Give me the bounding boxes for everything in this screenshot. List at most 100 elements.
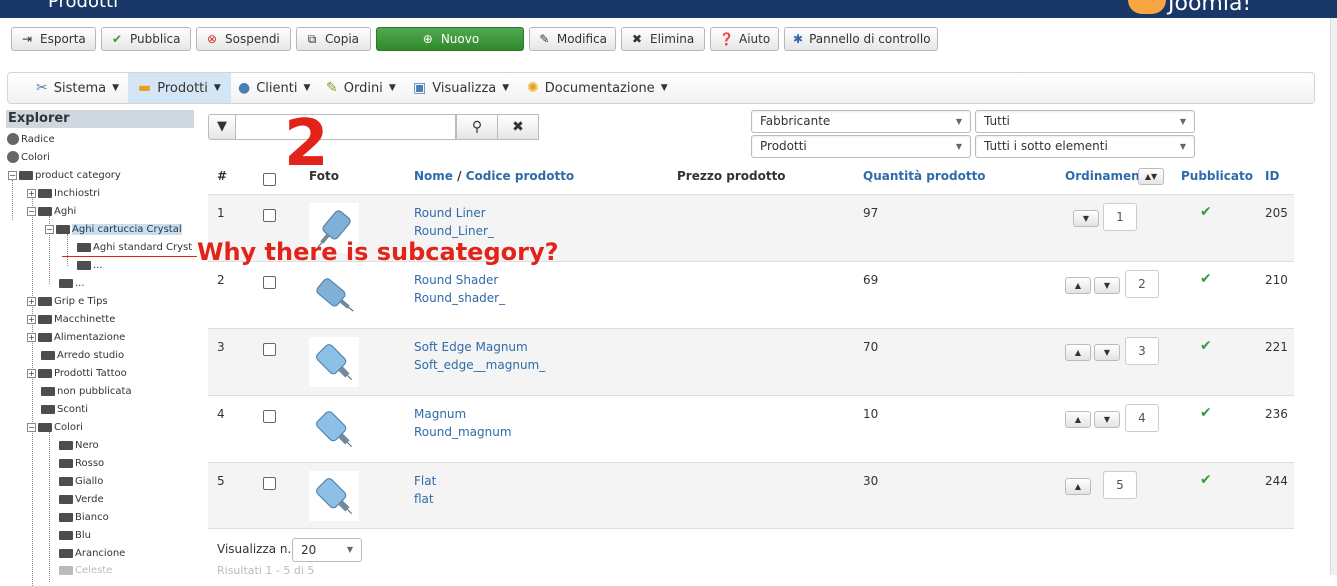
tree-item-arancione[interactable]: Arancione — [59, 546, 125, 560]
tree-item-more[interactable]: ... — [77, 258, 103, 272]
menu-sistema[interactable]: ✂ Sistema ▼ — [36, 73, 119, 103]
clear-search-button[interactable]: ✖ — [497, 114, 539, 140]
row-checkbox[interactable] — [263, 410, 276, 423]
tree-item-prodotti-tattoo[interactable]: + Prodotti Tattoo — [27, 366, 127, 380]
published-check-icon[interactable]: ✔ — [1200, 271, 1212, 287]
search-input[interactable] — [236, 114, 456, 140]
suspend-button[interactable]: ⊗ Sospendi — [196, 27, 291, 51]
tree-item-verde[interactable]: Verde — [59, 492, 104, 506]
help-button[interactable]: ❓ Aiuto — [710, 27, 779, 51]
menu-visualizza[interactable]: ▣ Visualizza ▼ — [413, 73, 509, 103]
tree-item-blu[interactable]: Blu — [59, 528, 91, 542]
product-thumbnail[interactable] — [309, 471, 359, 521]
collapse-icon[interactable]: − — [45, 224, 54, 234]
row-checkbox[interactable] — [263, 276, 276, 289]
tree-item-giallo[interactable]: Giallo — [59, 474, 103, 488]
move-up-button[interactable]: ▲ — [1065, 277, 1091, 294]
order-input[interactable]: 1 — [1103, 203, 1137, 231]
expand-icon[interactable]: + — [27, 188, 36, 198]
product-code-link[interactable]: Soft_edge__magnum_ — [414, 358, 545, 372]
filter-toggle-button[interactable]: ▼ — [208, 114, 236, 140]
col-quantity-header[interactable]: Quantità prodotto — [863, 169, 986, 183]
product-name-link[interactable]: Soft Edge Magnum — [414, 340, 528, 354]
expand-icon[interactable]: + — [27, 368, 36, 378]
collapse-icon[interactable]: − — [27, 206, 36, 216]
tree-item-aghi-standard-crystal[interactable]: Aghi standard Cryst — [77, 240, 192, 254]
row-checkbox[interactable] — [263, 343, 276, 356]
row-checkbox[interactable] — [263, 209, 276, 222]
vertical-scrollbar[interactable] — [1330, 18, 1337, 575]
status-filter-select[interactable]: Tutti ▼ — [975, 110, 1195, 133]
tree-item-bianco[interactable]: Bianco — [59, 510, 109, 524]
published-check-icon[interactable]: ✔ — [1200, 472, 1212, 488]
col-id-header[interactable]: ID — [1265, 169, 1279, 183]
tree-item-colori[interactable]: Colori — [7, 150, 50, 164]
tree-item-grip-tips[interactable]: + Grip e Tips — [27, 294, 108, 308]
product-thumbnail[interactable] — [309, 270, 359, 320]
col-published-header[interactable]: Pubblicato — [1181, 169, 1253, 183]
tree-item-inchiostri[interactable]: + Inchiostri — [27, 186, 100, 200]
product-thumbnail[interactable] — [309, 404, 359, 454]
product-thumbnail[interactable] — [309, 337, 359, 387]
order-input[interactable]: 3 — [1125, 337, 1159, 365]
tree-item-colori-folder[interactable]: − Colori — [27, 420, 83, 434]
move-down-button[interactable]: ▼ — [1073, 210, 1099, 227]
move-down-button[interactable]: ▼ — [1094, 411, 1120, 428]
product-type-filter-select[interactable]: Prodotti ▼ — [751, 135, 971, 158]
expand-icon[interactable]: + — [27, 332, 36, 342]
move-down-button[interactable]: ▼ — [1094, 277, 1120, 294]
tree-item-macchinette[interactable]: + Macchinette — [27, 312, 115, 326]
move-up-button[interactable]: ▲ — [1065, 344, 1091, 361]
publish-button[interactable]: ✔ Pubblica — [101, 27, 191, 51]
manufacturer-filter-select[interactable]: Fabbricante ▼ — [751, 110, 971, 133]
delete-button[interactable]: ✖ Elimina — [621, 27, 705, 51]
product-name-link[interactable]: Round Shader — [414, 273, 498, 287]
tree-item-sconti[interactable]: Sconti — [41, 402, 88, 416]
product-code-link[interactable]: Round_magnum — [414, 425, 512, 439]
row-checkbox[interactable] — [263, 477, 276, 490]
product-code-link[interactable]: flat — [414, 492, 434, 506]
search-button[interactable]: ⚲ — [456, 114, 498, 140]
tree-item-nero[interactable]: Nero — [59, 438, 99, 452]
tree-item-product-category[interactable]: − product category — [8, 168, 121, 182]
product-name-link[interactable]: Round Liner — [414, 206, 486, 220]
subitems-filter-select[interactable]: Tutti i sotto elementi ▼ — [975, 135, 1195, 158]
move-up-button[interactable]: ▲ — [1065, 411, 1091, 428]
collapse-icon[interactable]: − — [27, 422, 36, 432]
published-check-icon[interactable]: ✔ — [1200, 338, 1212, 354]
product-name-link[interactable]: Magnum — [414, 407, 466, 421]
new-button[interactable]: ⊕ Nuovo — [376, 27, 524, 51]
collapse-icon[interactable]: − — [8, 170, 17, 180]
tree-item-aghi[interactable]: − Aghi — [27, 204, 76, 218]
published-check-icon[interactable]: ✔ — [1200, 405, 1212, 421]
menu-ordini[interactable]: ✎ Ordini ▼ — [326, 73, 396, 103]
export-button[interactable]: ⇥ Esporta — [11, 27, 96, 51]
tree-item-rosso[interactable]: Rosso — [59, 456, 104, 470]
tree-item-arredo-studio[interactable]: Arredo studio — [41, 348, 124, 362]
published-check-icon[interactable]: ✔ — [1200, 204, 1212, 220]
select-all-checkbox[interactable] — [263, 173, 276, 186]
product-code-link[interactable]: Round_shader_ — [414, 291, 505, 305]
control-panel-button[interactable]: ✱ Pannello di controllo — [784, 27, 938, 51]
copy-button[interactable]: ⧉ Copia — [296, 27, 371, 51]
per-page-select[interactable]: 20 ▼ — [292, 538, 362, 562]
tree-item-non-pubblicata[interactable]: non pubblicata — [41, 384, 132, 398]
tree-item-radice[interactable]: Radice — [7, 132, 55, 146]
menu-prodotti[interactable]: ▬ Prodotti ▼ — [128, 73, 231, 103]
expand-icon[interactable]: + — [27, 296, 36, 306]
menu-clienti[interactable]: ● Clienti ▼ — [238, 73, 310, 103]
expand-icon[interactable]: + — [27, 314, 36, 324]
order-input[interactable]: 2 — [1125, 270, 1159, 298]
move-down-button[interactable]: ▼ — [1094, 344, 1120, 361]
order-input[interactable]: 4 — [1125, 404, 1159, 432]
move-up-button[interactable]: ▲ — [1065, 478, 1091, 495]
tree-item-more[interactable]: ... — [59, 276, 85, 290]
edit-button[interactable]: ✎ Modifica — [529, 27, 616, 51]
product-name-link[interactable]: Flat — [414, 474, 436, 488]
save-order-button[interactable]: ▲▼ — [1138, 168, 1164, 185]
tree-item-aghi-cartuccia-crystal[interactable]: − Aghi cartuccia Crystal — [45, 222, 182, 236]
tree-item-alimentazione[interactable]: + Alimentazione — [27, 330, 125, 344]
col-name-header[interactable]: Nome / Codice prodotto — [414, 169, 574, 183]
product-code-link[interactable]: Round_Liner_ — [414, 224, 494, 238]
menu-documentazione[interactable]: ✺ Documentazione ▼ — [527, 73, 668, 103]
